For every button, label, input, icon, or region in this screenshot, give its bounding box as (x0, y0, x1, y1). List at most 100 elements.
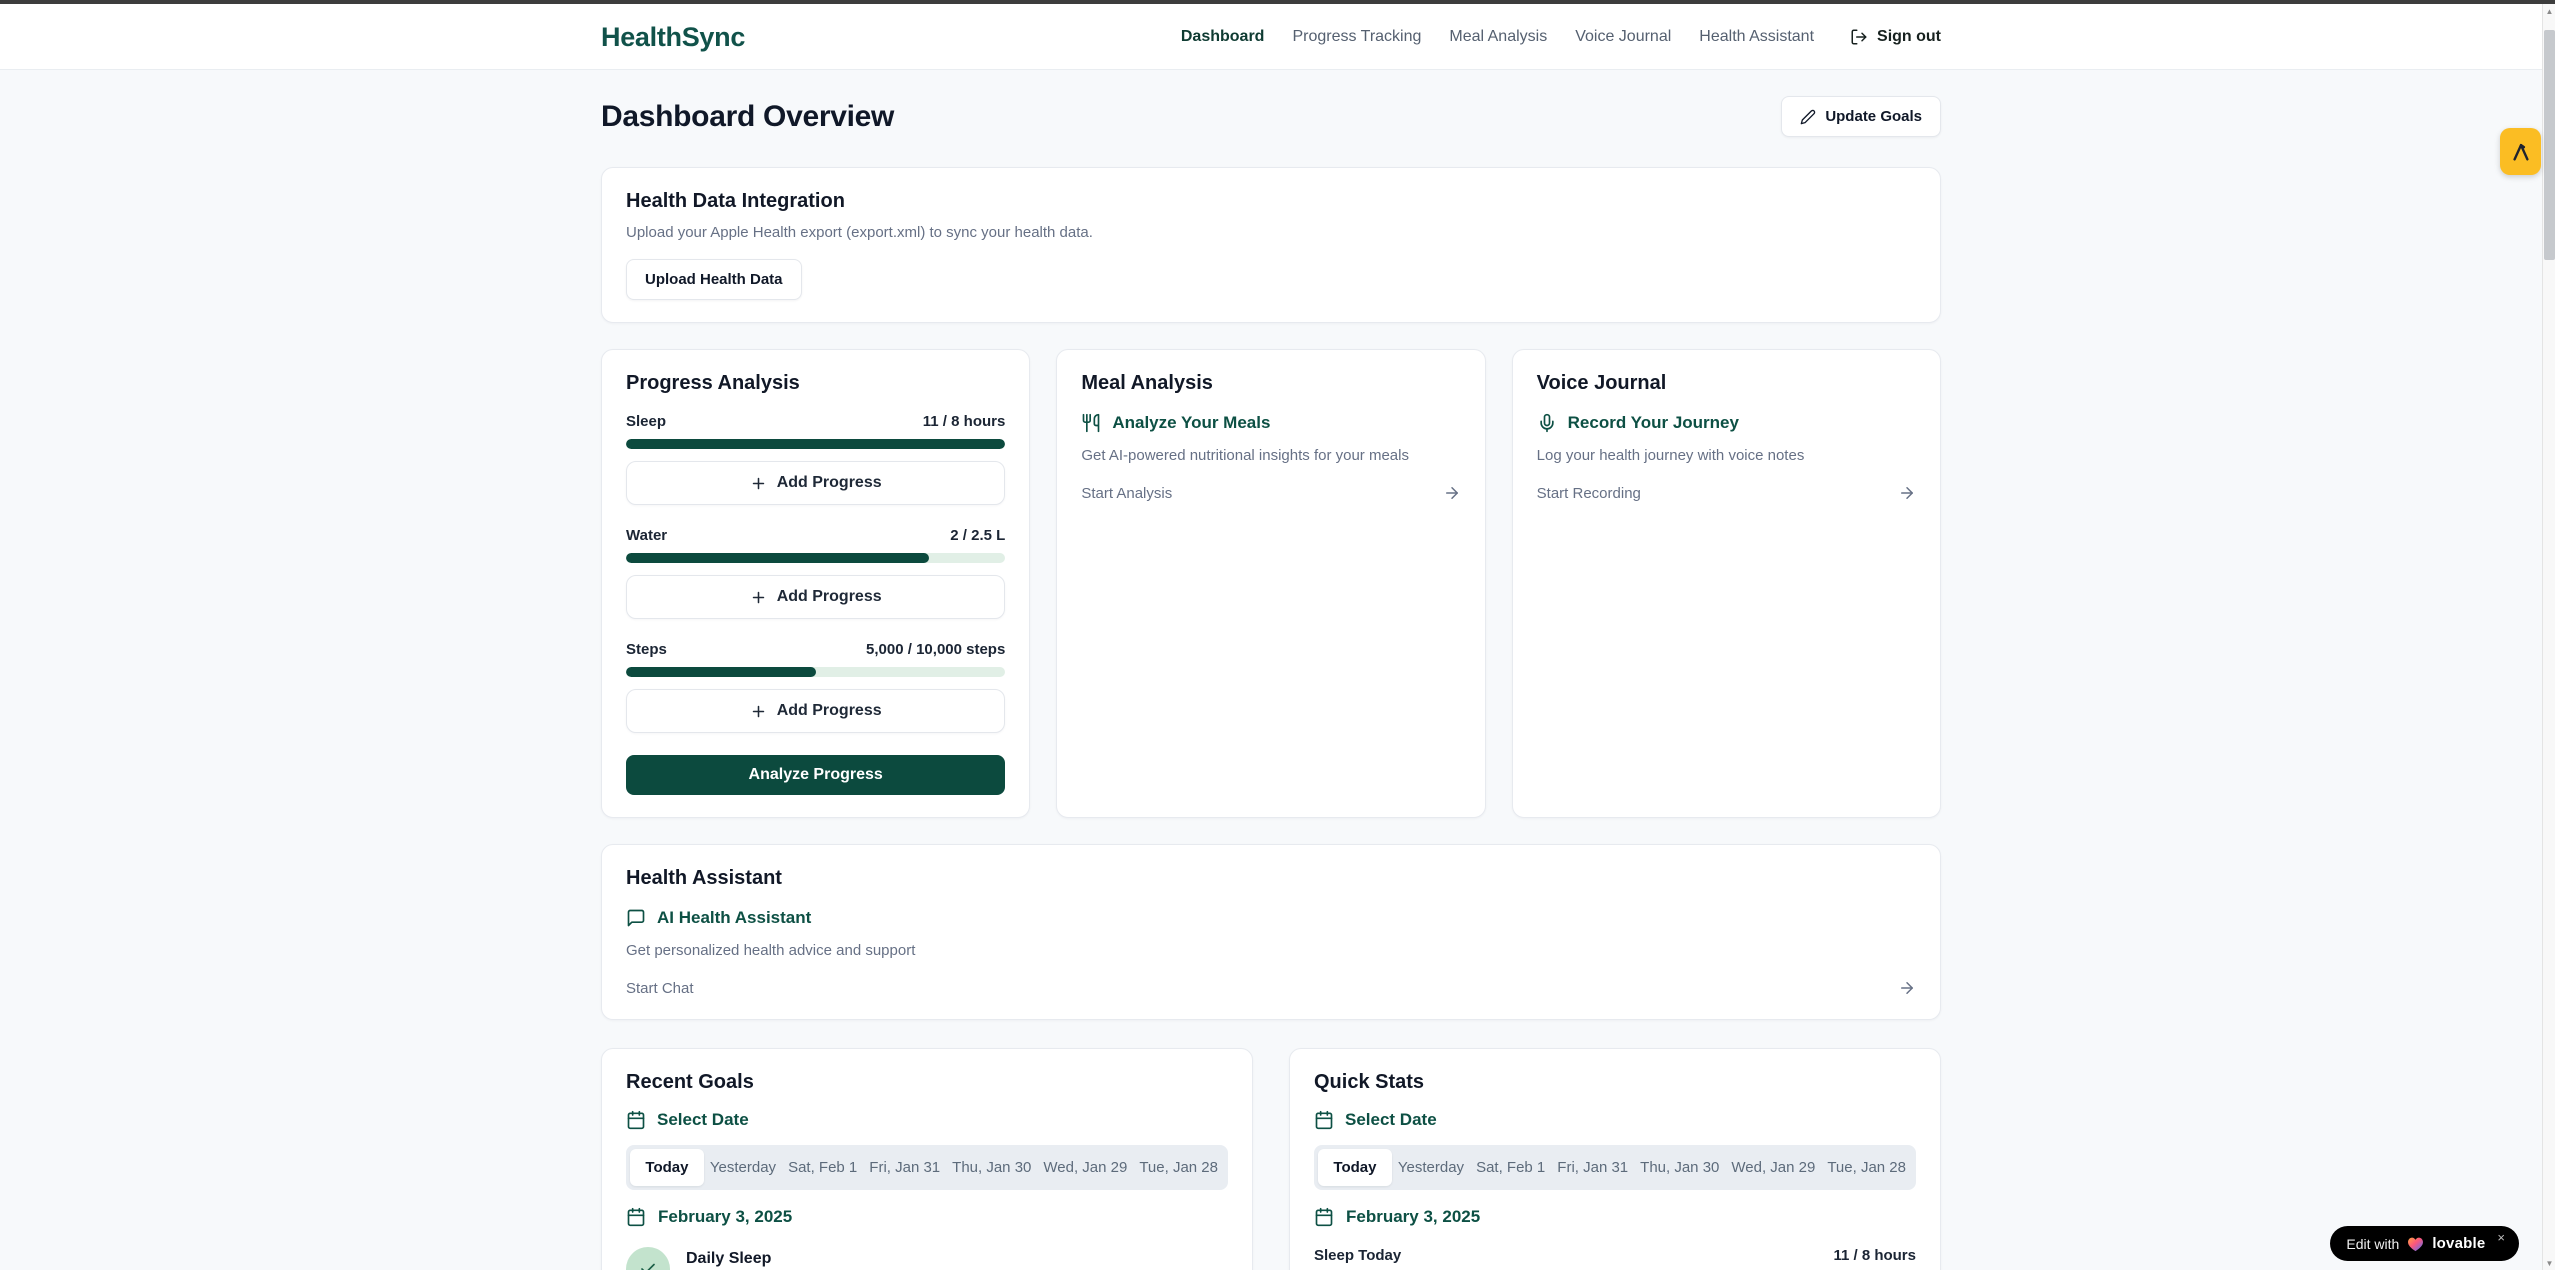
water-label: Water (626, 527, 667, 544)
sleep-label: Sleep (626, 413, 666, 430)
arrow-right-icon (1443, 484, 1461, 502)
sleep-progress-bar (626, 439, 1005, 449)
sleep-today-value: 11 / 8 hours (1833, 1247, 1916, 1264)
nav-voice-journal[interactable]: Voice Journal (1575, 28, 1671, 46)
analyze-progress-button[interactable]: Analyze Progress (626, 755, 1005, 795)
signout-button[interactable]: Sign out (1850, 28, 1941, 46)
update-goals-button[interactable]: Update Goals (1781, 96, 1941, 137)
quick-stats-current-date[interactable]: February 3, 2025 (1314, 1207, 1916, 1227)
scrollbar-thumb[interactable] (2544, 30, 2555, 260)
calendar-icon (1314, 1207, 1334, 1227)
lovable-logo-icon (2510, 141, 2532, 163)
meal-analysis-description: Get AI-powered nutritional insights for … (1081, 447, 1460, 464)
recent-goals-current-date[interactable]: February 3, 2025 (626, 1207, 1228, 1227)
add-water-progress-button[interactable]: Add Progress (626, 575, 1005, 619)
recent-goals-date-tabs: Today Yesterday Sat, Feb 1 Fri, Jan 31 T… (626, 1145, 1228, 1190)
water-value: 2 / 2.5 L (950, 527, 1005, 544)
recent-goals-select-date[interactable]: Select Date (626, 1110, 1228, 1130)
app-header: HealthSync Dashboard Progress Tracking M… (0, 0, 2555, 70)
nav-dashboard[interactable]: Dashboard (1181, 28, 1265, 46)
sleep-today-label: Sleep Today (1314, 1247, 1401, 1264)
tab-sat-feb-1[interactable]: Sat, Feb 1 (782, 1149, 863, 1186)
update-goals-label: Update Goals (1825, 108, 1922, 125)
add-progress-label: Add Progress (777, 588, 882, 606)
scrollbar[interactable]: ▲ ▼ (2542, 4, 2555, 1270)
goal-item-daily-sleep: Daily Sleep 11 / 8 hours (626, 1247, 1228, 1270)
start-chat-label: Start Chat (626, 980, 694, 997)
app-logo: HealthSync (601, 22, 745, 53)
water-metric: Water 2 / 2.5 L Add Progress (626, 527, 1005, 619)
add-steps-progress-button[interactable]: Add Progress (626, 689, 1005, 733)
meal-analysis-title: Meal Analysis (1081, 372, 1460, 395)
start-analysis-action[interactable]: Start Analysis (1081, 484, 1460, 502)
tab-fri-jan-31[interactable]: Fri, Jan 31 (1551, 1149, 1634, 1186)
select-date-label: Select Date (1345, 1110, 1437, 1130)
dashboard-page: Dashboard Overview Update Goals Health D… (601, 70, 1941, 1270)
current-date-label: February 3, 2025 (1346, 1207, 1480, 1227)
progress-analysis-title: Progress Analysis (626, 372, 1005, 395)
nav-progress-tracking[interactable]: Progress Tracking (1292, 28, 1421, 46)
steps-metric: Steps 5,000 / 10,000 steps Add Progress (626, 641, 1005, 733)
tab-thu-jan-30[interactable]: Thu, Jan 30 (946, 1149, 1037, 1186)
tab-tue-jan-28[interactable]: Tue, Jan 28 (1821, 1149, 1912, 1186)
quick-stats-select-date[interactable]: Select Date (1314, 1110, 1916, 1130)
chat-bubble-icon (626, 908, 646, 928)
tab-sat-feb-1[interactable]: Sat, Feb 1 (1470, 1149, 1551, 1186)
tab-thu-jan-30[interactable]: Thu, Jan 30 (1634, 1149, 1725, 1186)
progress-analysis-card: Progress Analysis Sleep 11 / 8 hours Add… (601, 349, 1030, 818)
utensils-icon (1081, 413, 1101, 433)
meal-analysis-card: Meal Analysis Analyze Your Meals Get AI-… (1056, 349, 1485, 818)
steps-value: 5,000 / 10,000 steps (866, 641, 1005, 658)
scrollbar-down-arrow[interactable]: ▼ (2543, 1256, 2555, 1270)
tab-yesterday[interactable]: Yesterday (704, 1149, 782, 1186)
scrollbar-up-arrow[interactable]: ▲ (2543, 4, 2555, 18)
start-recording-action[interactable]: Start Recording (1537, 484, 1916, 502)
sleep-metric: Sleep 11 / 8 hours Add Progress (626, 413, 1005, 505)
start-recording-label: Start Recording (1537, 485, 1641, 502)
tab-today[interactable]: Today (1318, 1149, 1392, 1186)
voice-journal-title: Voice Journal (1537, 372, 1916, 395)
tab-today[interactable]: Today (630, 1149, 704, 1186)
tab-wed-jan-29[interactable]: Wed, Jan 29 (1037, 1149, 1133, 1186)
sleep-today-stat: Sleep Today 11 / 8 hours Add Progress (1314, 1247, 1916, 1270)
quick-stats-date-tabs: Today Yesterday Sat, Feb 1 Fri, Jan 31 T… (1314, 1145, 1916, 1190)
analyze-your-meals-label: Analyze Your Meals (1112, 413, 1270, 433)
sleep-value: 11 / 8 hours (923, 413, 1006, 430)
steps-progress-bar (626, 667, 1005, 677)
nav-health-assistant[interactable]: Health Assistant (1699, 28, 1814, 46)
upload-health-data-button[interactable]: Upload Health Data (626, 259, 802, 300)
health-assistant-title: Health Assistant (626, 867, 1916, 890)
tab-fri-jan-31[interactable]: Fri, Jan 31 (863, 1149, 946, 1186)
steps-label: Steps (626, 641, 667, 658)
record-your-journey-link[interactable]: Record Your Journey (1537, 413, 1916, 433)
nav-meal-analysis[interactable]: Meal Analysis (1449, 28, 1547, 46)
quick-stats-title: Quick Stats (1314, 1071, 1916, 1094)
ai-health-assistant-link[interactable]: AI Health Assistant (626, 908, 1916, 928)
plus-icon (750, 475, 767, 492)
lovable-side-button[interactable] (2500, 128, 2541, 175)
microphone-icon (1537, 413, 1557, 433)
health-assistant-description: Get personalized health advice and suppo… (626, 942, 1916, 959)
page-title: Dashboard Overview (601, 100, 894, 134)
health-assistant-card: Health Assistant AI Health Assistant Get… (601, 844, 1941, 1020)
calendar-icon (626, 1207, 646, 1227)
tab-tue-jan-28[interactable]: Tue, Jan 28 (1133, 1149, 1224, 1186)
edit-with-lovable-badge[interactable]: Edit with lovable × (2330, 1226, 2519, 1261)
analyze-your-meals-link[interactable]: Analyze Your Meals (1081, 413, 1460, 433)
goal-complete-check-icon (626, 1247, 670, 1270)
calendar-icon (1314, 1110, 1334, 1130)
plus-icon (750, 589, 767, 606)
signout-label: Sign out (1877, 28, 1941, 46)
browser-top-strip (0, 0, 2555, 4)
tab-wed-jan-29[interactable]: Wed, Jan 29 (1725, 1149, 1821, 1186)
select-date-label: Select Date (657, 1110, 749, 1130)
badge-close-icon[interactable]: × (2497, 1230, 2505, 1245)
badge-prefix: Edit with (2346, 1236, 2399, 1252)
lovable-heart-icon (2407, 1236, 2424, 1252)
hdi-description: Upload your Apple Health export (export.… (626, 224, 1916, 241)
plus-icon (750, 703, 767, 720)
tab-yesterday[interactable]: Yesterday (1392, 1149, 1470, 1186)
start-chat-action[interactable]: Start Chat (626, 979, 1916, 997)
ai-health-assistant-label: AI Health Assistant (657, 908, 811, 928)
add-sleep-progress-button[interactable]: Add Progress (626, 461, 1005, 505)
